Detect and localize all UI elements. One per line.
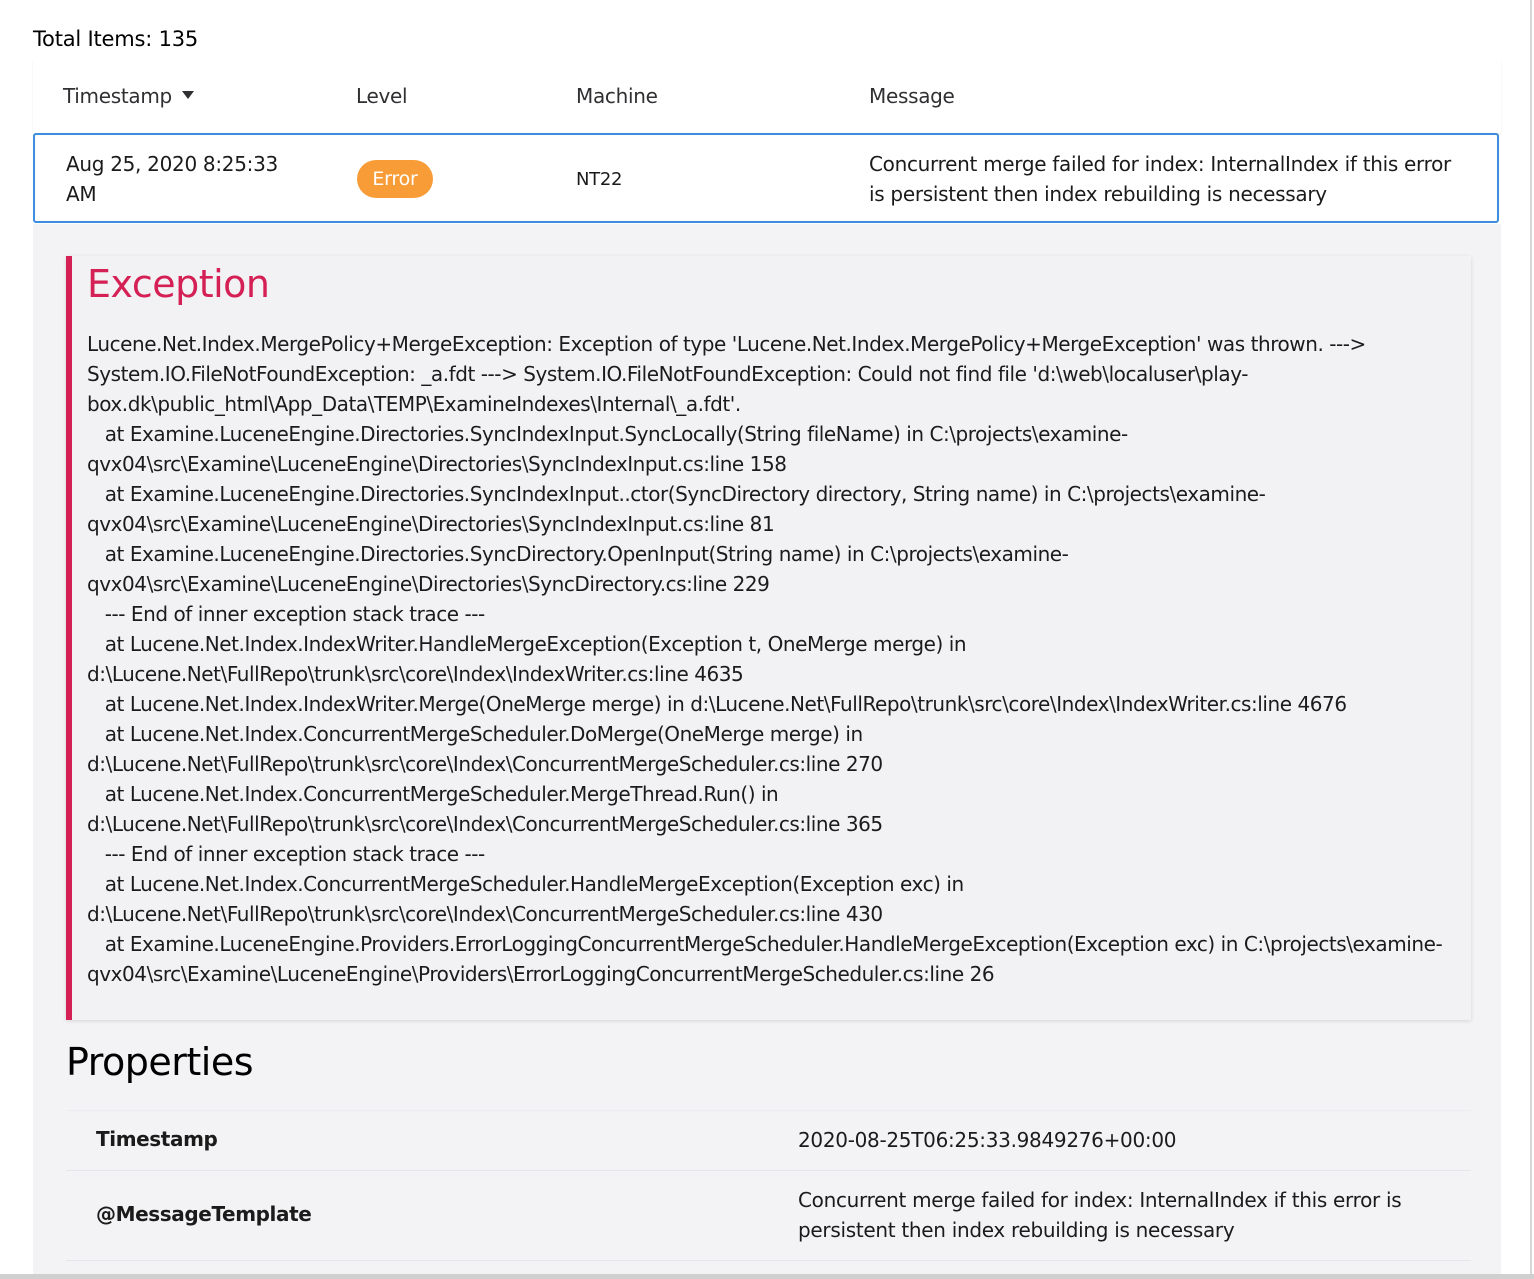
property-value: 2020-08-25T06:25:33.9849276+00:00: [798, 1128, 1177, 1152]
row-timestamp-line2: AM: [66, 182, 97, 206]
properties-table: Timestamp 2020-08-25T06:25:33.9849276+00…: [66, 1110, 1471, 1279]
caret-down-icon[interactable]: [181, 91, 194, 99]
properties-title: Properties: [66, 1040, 254, 1084]
row-timestamp-line1: Aug 25, 2020 8:25:33: [66, 152, 278, 176]
log-table-header: Timestamp Level Machine Message: [33, 60, 1501, 133]
property-row: @MessageTemplate Concurrent merge failed…: [66, 1170, 1471, 1260]
total-items-count: Total Items: 135: [33, 27, 199, 51]
row-message: Concurrent merge failed for index: Inter…: [869, 152, 1451, 206]
property-key: @MessageTemplate: [96, 1202, 312, 1226]
exception-stack-trace: Lucene.Net.Index.MergePolicy+MergeExcept…: [87, 332, 1443, 986]
window-right-border: [1530, 0, 1532, 1279]
column-header-message: Message: [869, 84, 955, 108]
property-key: Timestamp: [96, 1127, 218, 1151]
row-timestamp: Aug 25, 2020 8:25:33 AM: [66, 149, 296, 209]
column-header-level: Level: [356, 84, 408, 108]
horizontal-scrollbar[interactable]: [0, 1274, 1534, 1279]
log-viewer-page: Total Items: 135 Timestamp Level Machine…: [0, 0, 1534, 1279]
column-header-machine: Machine: [576, 84, 658, 108]
property-value: Concurrent merge failed for index: Inter…: [798, 1188, 1402, 1242]
exception-title: Exception: [87, 262, 270, 306]
log-detail-panel: Exception Lucene.Net.Index.MergePolicy+M…: [33, 224, 1501, 1279]
column-header-timestamp[interactable]: Timestamp: [63, 84, 194, 108]
row-machine: NT22: [576, 169, 623, 190]
exception-box: Exception Lucene.Net.Index.MergePolicy+M…: [66, 256, 1471, 1020]
level-badge-error: Error: [357, 160, 433, 198]
column-header-timestamp-label: Timestamp: [63, 84, 172, 108]
property-row: Timestamp 2020-08-25T06:25:33.9849276+00…: [66, 1110, 1471, 1170]
table-row-selected[interactable]: Aug 25, 2020 8:25:33 AM Error NT22 Concu…: [33, 133, 1499, 223]
